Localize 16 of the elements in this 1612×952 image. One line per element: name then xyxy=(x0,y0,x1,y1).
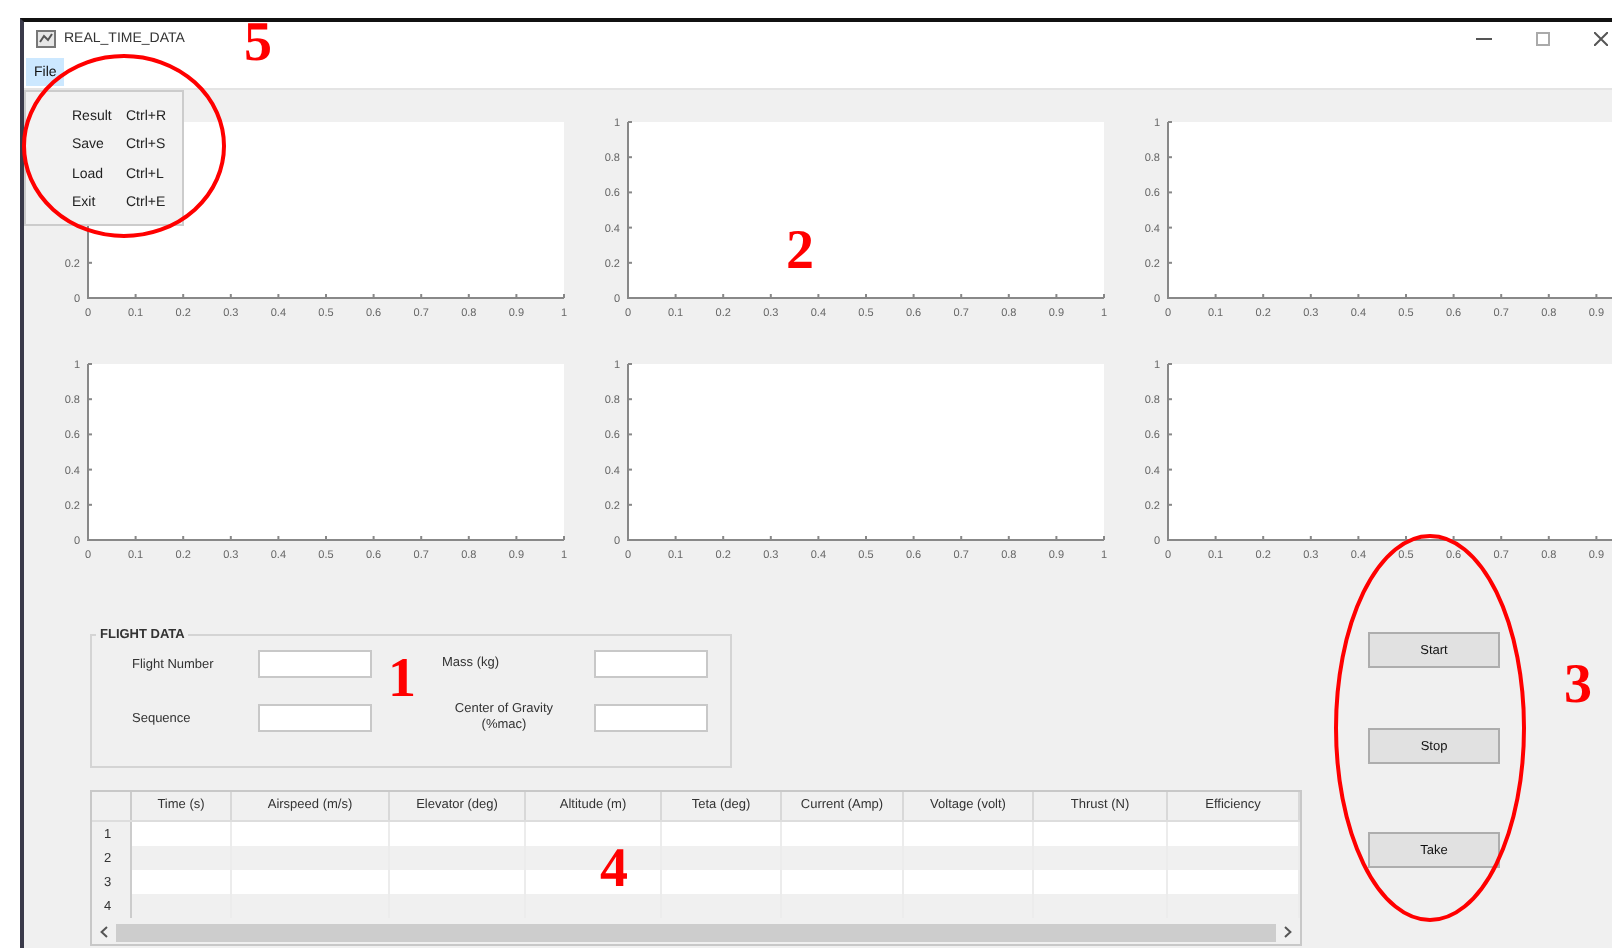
input-field[interactable] xyxy=(258,704,372,733)
minimize-icon[interactable] xyxy=(1476,37,1492,41)
scrollbar-thumb[interactable] xyxy=(116,923,1276,941)
app-icon xyxy=(36,30,56,48)
close-icon[interactable] xyxy=(1594,32,1608,46)
input-field[interactable] xyxy=(258,650,372,678)
annotation-number: 4 xyxy=(600,842,628,898)
annotation-number: 1 xyxy=(388,652,416,708)
maximize-icon[interactable] xyxy=(1536,32,1550,46)
input-field[interactable] xyxy=(594,704,708,733)
annotation-number: 3 xyxy=(1564,658,1592,714)
annotation-number: 5 xyxy=(244,16,272,72)
scroll-left-icon[interactable] xyxy=(100,926,108,938)
scroll-right-icon[interactable] xyxy=(1284,926,1292,938)
annotation-number: 2 xyxy=(786,224,814,280)
input-field[interactable] xyxy=(594,650,708,678)
